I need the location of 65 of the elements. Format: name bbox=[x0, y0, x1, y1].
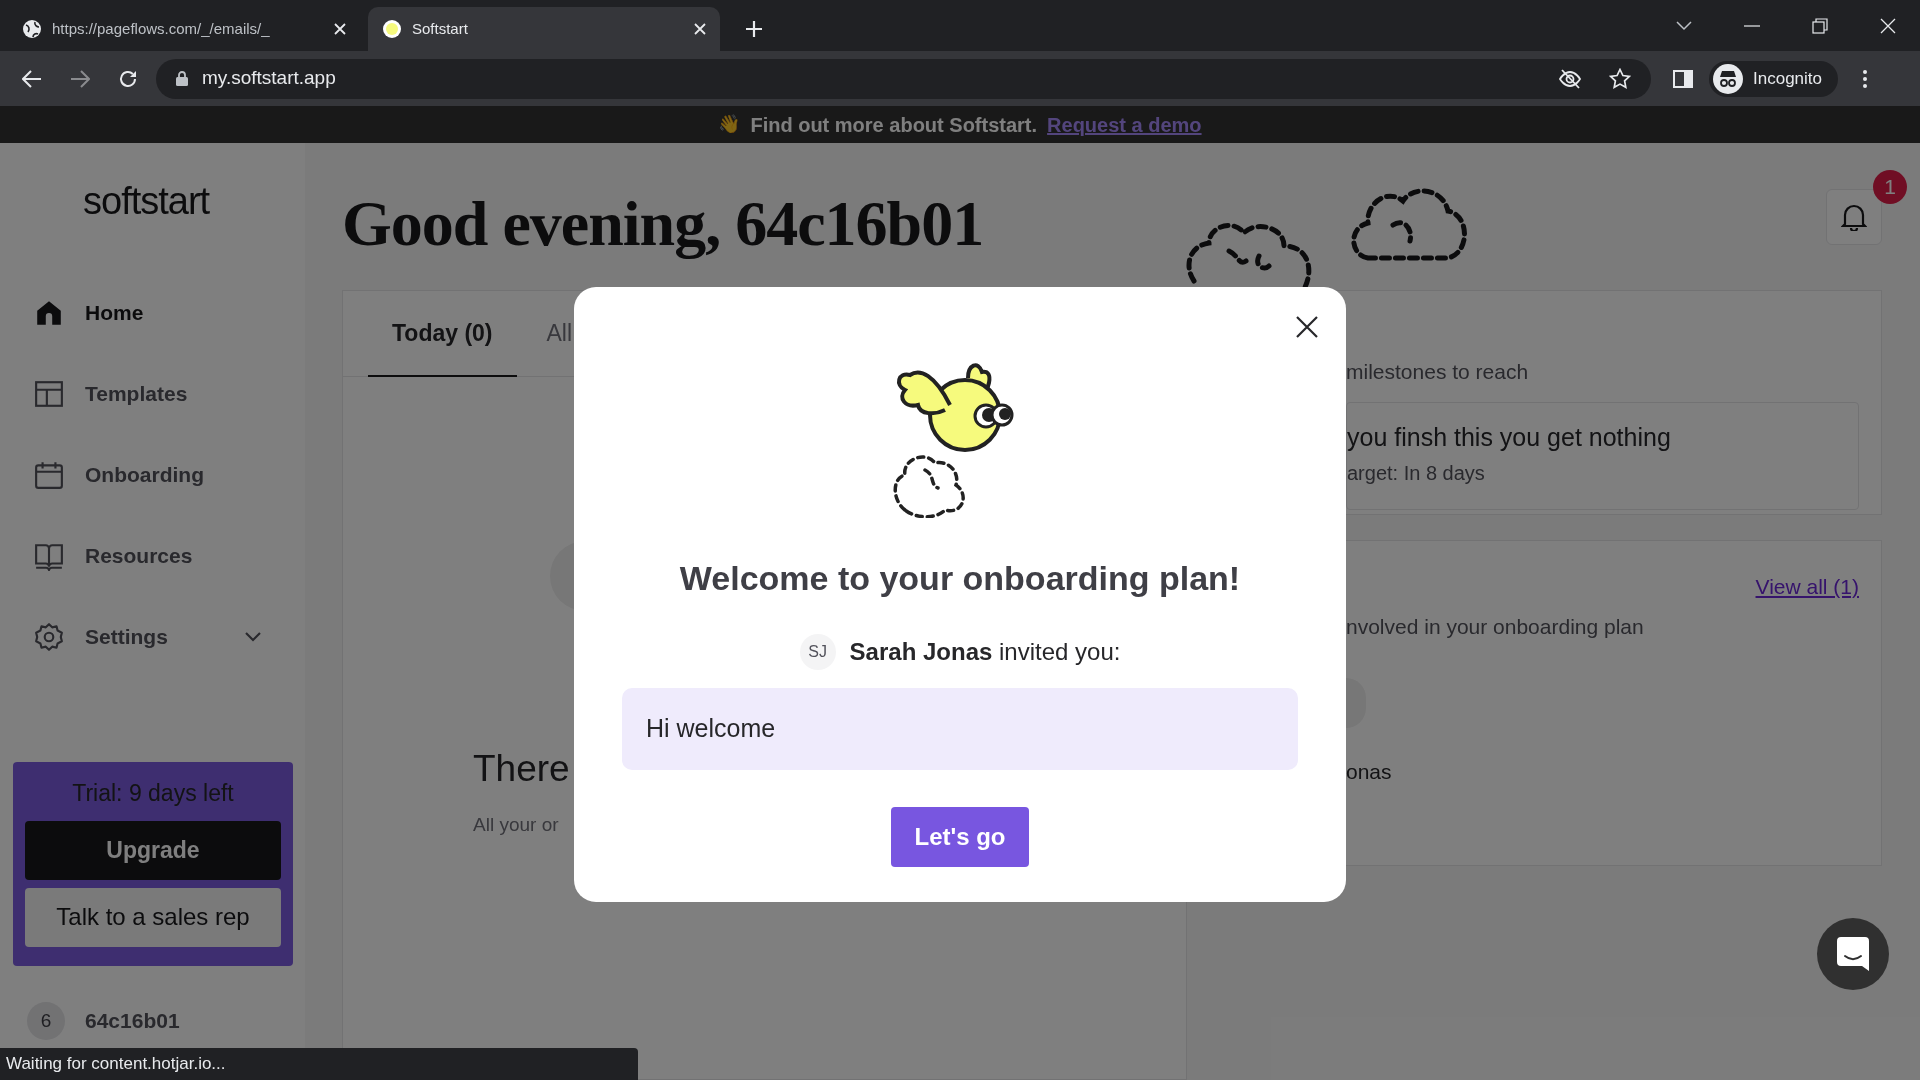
star-icon[interactable] bbox=[1609, 68, 1631, 89]
user-avatar[interactable]: 6 bbox=[27, 1002, 65, 1040]
tab-title: https://pageflows.com/_/emails/_ bbox=[52, 18, 271, 39]
chevron-down-icon[interactable] bbox=[245, 631, 261, 642]
address-bar[interactable]: my.softstart.app bbox=[156, 58, 1651, 99]
forward-icon[interactable] bbox=[70, 69, 90, 88]
bell-icon bbox=[1841, 203, 1867, 231]
people-subtitle: nvolved in your onboarding plan bbox=[1346, 613, 1645, 640]
status-bar: Waiting for content.hotjar.io... bbox=[0, 1048, 638, 1080]
trial-text: Trial: 9 days left bbox=[72, 779, 234, 808]
person-name: onas bbox=[1346, 759, 1393, 785]
notification-badge: 1 bbox=[1873, 170, 1907, 204]
inviter-avatar: SJ bbox=[799, 634, 836, 670]
view-all-link[interactable]: View all (1) bbox=[1755, 571, 1859, 603]
url-text: my.softstart.app bbox=[202, 66, 336, 91]
logo[interactable]: softstart bbox=[83, 173, 305, 230]
reload-icon[interactable] bbox=[118, 68, 138, 89]
nav-item[interactable]: Home bbox=[34, 290, 271, 335]
settings-icon bbox=[34, 621, 64, 652]
calendar-icon bbox=[34, 459, 64, 490]
back-icon[interactable] bbox=[22, 69, 42, 88]
dialog-title: Welcome to your onboarding plan! bbox=[679, 558, 1241, 599]
chevron-down-icon[interactable] bbox=[1676, 20, 1692, 31]
menu-icon[interactable] bbox=[1862, 68, 1868, 89]
tab[interactable]: Today (0) bbox=[368, 291, 517, 377]
eye-off-icon[interactable] bbox=[1559, 68, 1581, 89]
minimize-icon[interactable] bbox=[1744, 24, 1760, 27]
globe-icon bbox=[22, 19, 42, 39]
invitation-text: Sarah Jonas invited you: bbox=[849, 637, 1121, 667]
waving-hand-icon: 👋 bbox=[718, 111, 741, 138]
new-tab-icon[interactable] bbox=[744, 19, 764, 39]
profile-button[interactable]: Incognito bbox=[1709, 60, 1838, 97]
milestones-subtitle: milestones to reach bbox=[1346, 359, 1530, 385]
milestone-target: arget: In 8 days bbox=[1347, 461, 1486, 486]
browser-tab[interactable]: Softstart bbox=[368, 7, 720, 51]
banner-text: Find out more about Softstart. bbox=[750, 112, 1038, 138]
nav-item[interactable]: Resources bbox=[34, 533, 271, 578]
restore-icon[interactable] bbox=[1812, 17, 1828, 34]
browser-tab[interactable]: https://pageflows.com/_/emails/_ bbox=[8, 7, 360, 51]
nav-item[interactable]: Onboarding bbox=[34, 452, 271, 497]
milestone-title: you finsh this you get nothing bbox=[1347, 421, 1672, 453]
close-tab-icon[interactable] bbox=[694, 23, 706, 35]
milestone-item[interactable]: you finsh this you get nothing arget: In 8 days bbox=[1346, 401, 1859, 510]
notifications-button[interactable] bbox=[1826, 189, 1882, 245]
lock-icon bbox=[176, 71, 188, 86]
incognito-icon bbox=[1713, 63, 1743, 94]
tab-title: Softstart bbox=[412, 18, 469, 39]
nav-item[interactable]: Templates bbox=[34, 371, 271, 416]
sales-rep-button[interactable]: Talk to a sales rep bbox=[25, 887, 281, 947]
tab[interactable]: All bbox=[546, 291, 573, 377]
lets-go-button[interactable]: Let's go bbox=[891, 807, 1029, 867]
side-panel-icon[interactable] bbox=[1673, 69, 1693, 88]
close-icon[interactable] bbox=[1296, 316, 1318, 338]
upgrade-button[interactable]: Upgrade bbox=[25, 820, 281, 880]
greeting-heading: Good evening, 64c16b01 bbox=[342, 187, 985, 261]
empty-state-title: There bbox=[473, 747, 570, 791]
layout-icon bbox=[34, 378, 64, 409]
user-name[interactable]: 64c16b01 bbox=[85, 1005, 180, 1037]
empty-state-text: All your or bbox=[473, 812, 560, 837]
person-avatar bbox=[1346, 678, 1366, 728]
nav-item[interactable]: Settings bbox=[34, 614, 271, 659]
welcome-message: Hi welcome bbox=[622, 688, 1298, 770]
site-icon bbox=[382, 19, 402, 39]
close-tab-icon[interactable] bbox=[334, 23, 346, 35]
chat-icon bbox=[1837, 937, 1869, 971]
